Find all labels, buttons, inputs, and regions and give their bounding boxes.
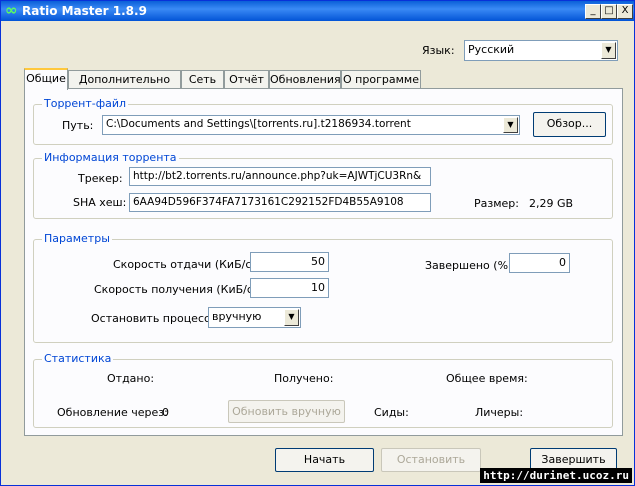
path-select[interactable]: C:\Documents and Settings\[torrents.ru].… <box>102 115 520 135</box>
torrent-info-legend: Информация торрента <box>42 151 179 164</box>
path-value: C:\Documents and Settings\[torrents.ru].… <box>106 118 411 130</box>
stop-process-value: вручную <box>212 310 262 323</box>
close-button[interactable]: X <box>617 4 633 19</box>
size-value: 2,29 GB <box>529 197 574 210</box>
download-speed-field[interactable]: 10 <box>250 278 329 298</box>
browse-button[interactable]: Обзор... <box>533 112 606 137</box>
maximize-button[interactable]: □ <box>601 4 617 19</box>
torrent-file-legend: Торрент-файл <box>42 97 129 110</box>
tracker-field[interactable]: http://bt2.torrents.ru/announce.php?uk=A… <box>129 167 431 186</box>
manual-update-button[interactable]: Обновить вручную <box>228 400 345 423</box>
tab-network[interactable]: Сеть <box>181 70 224 89</box>
tab-general[interactable]: Общие <box>24 68 68 90</box>
chevron-down-icon[interactable]: ▼ <box>601 42 616 59</box>
general-tab-panel: Торрент-файл Путь: C:\Documents and Sett… <box>24 88 623 436</box>
app-icon: ∞ <box>5 1 18 19</box>
stop-button[interactable]: Остановить <box>381 448 481 472</box>
main-window: ∞ Ratio Master 1.8.9 _ □ X Язык: Русский… <box>0 0 635 486</box>
downloaded-label: Получено: <box>274 372 334 385</box>
update-timer-label: Обновление через: <box>57 406 168 419</box>
download-speed-label: Скорость получения (КиБ/с): <box>94 283 261 296</box>
uploaded-label: Отдано: <box>107 372 155 385</box>
tracker-label: Трекер: <box>78 172 123 185</box>
total-time-label: Общее время: <box>446 372 528 385</box>
size-label: Размер: <box>474 197 519 210</box>
language-select[interactable]: Русский ▼ <box>464 40 618 61</box>
update-timer-value: 0 <box>162 406 169 419</box>
title-bar[interactable]: ∞ Ratio Master 1.8.9 _ □ X <box>1 1 634 21</box>
seeders-label: Сиды: <box>374 406 409 419</box>
minimize-button[interactable]: _ <box>585 4 601 19</box>
path-label: Путь: <box>62 119 94 132</box>
completed-label: Завершено (%) <box>425 259 513 272</box>
watermark-link[interactable]: http://durinet.ucoz.ru <box>480 468 632 483</box>
statistics-legend: Статистика <box>42 352 114 365</box>
stop-process-select[interactable]: вручную ▼ <box>208 307 301 328</box>
language-label: Язык: <box>422 44 455 57</box>
language-value: Русский <box>468 43 515 56</box>
stop-process-label: Остановить процесс <box>91 312 211 325</box>
start-button[interactable]: Начать <box>275 448 374 472</box>
tab-advanced[interactable]: Дополнительно <box>68 70 181 89</box>
window-title: Ratio Master 1.8.9 <box>22 4 147 18</box>
completed-field[interactable]: 0 <box>509 253 570 273</box>
sha-field[interactable]: 6AA94D596F374FA7173161C292152FD4B55A9108 <box>129 193 431 212</box>
sha-label: SHA хеш: <box>73 196 127 209</box>
tab-log[interactable]: Отчёт <box>224 70 269 89</box>
chevron-down-icon[interactable]: ▼ <box>284 309 299 326</box>
tab-updates[interactable]: Обновления <box>269 70 341 89</box>
upload-speed-field[interactable]: 50 <box>250 252 329 272</box>
parameters-legend: Параметры <box>42 232 112 245</box>
tab-about[interactable]: О программе <box>341 70 421 89</box>
leechers-label: Личеры: <box>475 406 524 419</box>
upload-speed-label: Скорость отдачи (КиБ/с): <box>113 258 260 271</box>
chevron-down-icon[interactable]: ▼ <box>503 117 518 133</box>
